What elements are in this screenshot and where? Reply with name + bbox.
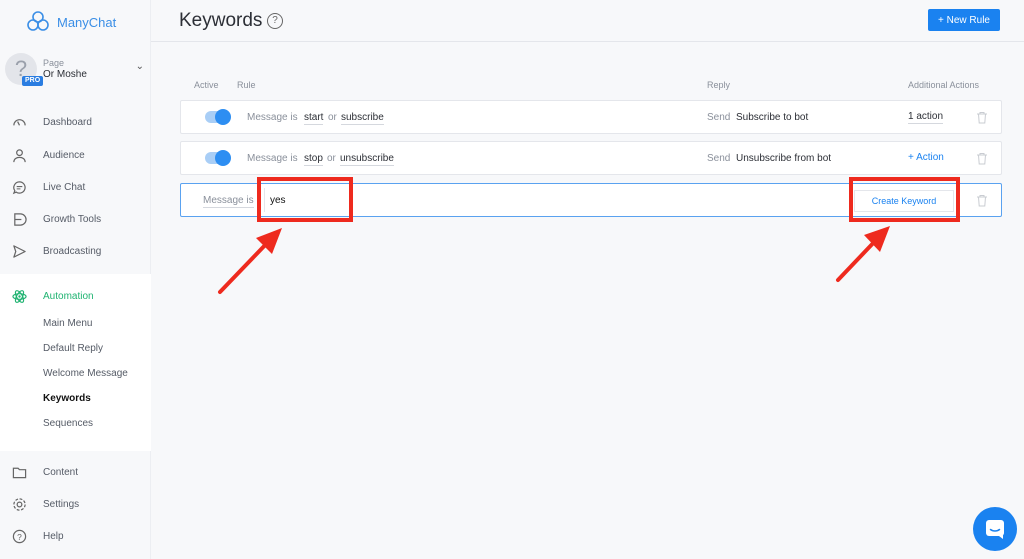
- active-toggle[interactable]: [205, 150, 231, 166]
- help-icon[interactable]: ?: [267, 13, 283, 29]
- sidebar-item-label: Help: [43, 530, 64, 542]
- sidebar-item-dashboard[interactable]: Dashboard: [0, 108, 151, 136]
- annotation-arrow-icon: [218, 228, 282, 294]
- sidebar-item-label: Growth Tools: [43, 213, 102, 225]
- column-header-rule: Rule: [237, 80, 256, 90]
- sidebar-subitem-keywords[interactable]: Keywords: [43, 391, 91, 407]
- person-icon: [11, 147, 27, 163]
- highlight-box-keyword-input: [257, 177, 353, 222]
- annotation-arrow-icon: [836, 226, 890, 282]
- dashboard-gauge-icon: [11, 114, 27, 130]
- gear-icon: [11, 496, 27, 512]
- chat-bubble-icon: [11, 179, 27, 195]
- svg-text:?: ?: [17, 531, 22, 541]
- page-header: Keywords ? + New Rule: [151, 0, 1024, 42]
- sidebar-item-label: Broadcasting: [43, 245, 102, 257]
- sidebar-item-label: Content: [43, 466, 79, 478]
- keyword-chip[interactable]: stop: [304, 153, 323, 166]
- manychat-logo-icon: [27, 11, 49, 31]
- sidebar-item-broadcasting[interactable]: Broadcasting: [0, 237, 151, 265]
- trash-icon[interactable]: [976, 194, 988, 207]
- condition-label: Message is: [203, 195, 254, 208]
- folder-icon: [11, 464, 27, 480]
- sidebar-item-label: Live Chat: [43, 181, 86, 193]
- sidebar-item-label: Audience: [43, 149, 85, 161]
- highlight-box-create-button: [849, 177, 960, 222]
- chat-icon: [986, 520, 1004, 539]
- support-chat-button[interactable]: [973, 507, 1017, 551]
- account-type: Page: [43, 57, 65, 68]
- send-label: Send: [707, 153, 731, 164]
- condition-label: Message is: [247, 112, 298, 123]
- add-action-link[interactable]: + Action: [908, 152, 944, 163]
- sidebar-item-audience[interactable]: Audience: [0, 141, 151, 169]
- sidebar-subitem-welcome-message[interactable]: Welcome Message: [43, 366, 128, 382]
- help-circle-icon: ?: [11, 528, 27, 544]
- condition-label: Message is: [247, 153, 298, 164]
- automation-atom-icon: [11, 288, 27, 304]
- sidebar-item-live-chat[interactable]: Live Chat: [0, 173, 151, 201]
- send-label: Send: [707, 112, 731, 123]
- sidebar-item-settings[interactable]: Settings: [0, 490, 151, 518]
- reply-link[interactable]: Unsubscribe from bot: [736, 153, 831, 164]
- table-row[interactable]: Message is start or subscribe Send Subsc…: [180, 100, 1002, 134]
- send-arrow-icon: [11, 243, 27, 259]
- column-header-additional-actions: Additional Actions: [908, 80, 980, 90]
- action-link[interactable]: 1 action: [908, 111, 944, 124]
- or-separator: or: [327, 153, 336, 164]
- column-header-reply: Reply: [707, 80, 731, 90]
- sidebar-subitem-main-menu[interactable]: Main Menu: [43, 316, 92, 332]
- automation-section: Automation Main Menu Default Reply Welco…: [0, 274, 151, 451]
- table-row[interactable]: Message is stop or unsubscribe Send Unsu…: [180, 141, 1002, 175]
- page-title: Keywords: [179, 10, 263, 31]
- sidebar-item-content[interactable]: Content: [0, 458, 151, 486]
- active-toggle[interactable]: [205, 109, 231, 125]
- brand-name: ManyChat: [57, 14, 117, 30]
- pro-badge: PRO: [22, 76, 44, 86]
- or-separator: or: [328, 112, 337, 123]
- new-rule-button[interactable]: + New Rule: [928, 9, 1000, 31]
- sidebar-subitem-sequences[interactable]: Sequences: [43, 416, 93, 432]
- keyword-chip[interactable]: subscribe: [341, 112, 384, 125]
- growth-tools-icon: [11, 211, 27, 227]
- sidebar: ManyChat ? PRO Page Or Moshe ⌄ Dashboard…: [0, 0, 151, 559]
- keyword-chip[interactable]: unsubscribe: [340, 153, 394, 166]
- chevron-down-icon: ⌄: [135, 61, 144, 72]
- keyword-chip[interactable]: start: [304, 112, 324, 125]
- sidebar-item-label: Settings: [43, 498, 80, 510]
- sidebar-item-automation[interactable]: Automation: [0, 282, 151, 310]
- sidebar-item-growth-tools[interactable]: Growth Tools: [0, 205, 151, 233]
- sidebar-item-help[interactable]: ? Help: [0, 522, 151, 550]
- brand-logo[interactable]: ManyChat: [26, 10, 116, 34]
- sidebar-item-label: Automation: [43, 290, 94, 302]
- sidebar-item-label: Dashboard: [43, 116, 92, 128]
- trash-icon[interactable]: [976, 152, 988, 165]
- account-name: Or Moshe: [43, 68, 87, 80]
- trash-icon[interactable]: [976, 111, 988, 124]
- avatar: ? PRO: [5, 53, 44, 86]
- column-header-active: Active: [194, 80, 219, 90]
- account-switcher[interactable]: ? PRO Page Or Moshe ⌄: [5, 52, 150, 86]
- reply-link[interactable]: Subscribe to bot: [736, 112, 808, 123]
- sidebar-subitem-default-reply[interactable]: Default Reply: [43, 341, 103, 357]
